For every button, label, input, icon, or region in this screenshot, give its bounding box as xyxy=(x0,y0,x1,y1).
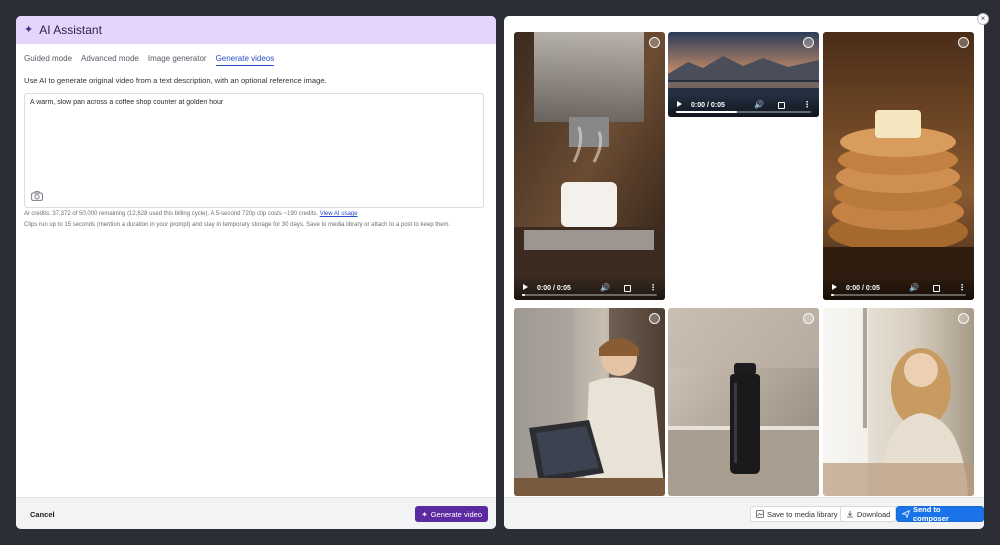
save-label: Save to media library xyxy=(767,509,838,519)
video-progress-fill xyxy=(522,294,525,296)
left-footer: Cancel ✦ Generate video xyxy=(16,497,496,529)
ai-assistant-panel: ✦ AI Assistant Guided mode Advanced mode… xyxy=(16,16,496,529)
save-to-media-library-button[interactable]: Save to media library xyxy=(750,506,844,522)
download-label: Download xyxy=(857,509,891,519)
panel-header: ✦ AI Assistant xyxy=(16,16,496,44)
clips-note: Clips run up to 15 seconds (mention a du… xyxy=(24,222,451,228)
video-progress-track[interactable] xyxy=(676,111,811,113)
credits-info: AI credits: 37,372 of 50,000 remaining (… xyxy=(24,211,358,217)
mode-tabs: Guided mode Advanced mode Image generato… xyxy=(24,54,275,66)
video-controls: 0:00 / 0:05 🔊 ⋮ xyxy=(514,276,665,300)
video-controls: 0:00 / 0:05 🔊 ⋮ xyxy=(668,93,819,117)
panel-title: AI Assistant xyxy=(39,23,102,37)
camera-icon[interactable] xyxy=(31,191,43,201)
video-tile-espresso[interactable]: 0:00 / 0:05 🔊 ⋮ xyxy=(514,32,665,300)
play-icon[interactable] xyxy=(523,284,528,290)
volume-icon[interactable]: 🔊 xyxy=(909,284,919,292)
tab-image-generator[interactable]: Image generator xyxy=(148,54,207,66)
media-library-icon xyxy=(756,510,764,518)
send-to-composer-button[interactable]: Send to composer xyxy=(896,505,984,523)
video-progress-fill xyxy=(831,294,834,296)
video-progress-fill xyxy=(676,111,737,113)
fullscreen-icon[interactable] xyxy=(933,285,940,292)
select-checkbox[interactable] xyxy=(803,37,814,48)
volume-icon[interactable]: 🔊 xyxy=(754,101,764,109)
select-checkbox[interactable] xyxy=(958,313,969,324)
view-ai-usage-link[interactable]: View AI usage xyxy=(320,211,358,217)
espresso-machine-thumbnail xyxy=(514,32,665,300)
generate-video-button[interactable]: ✦ Generate video xyxy=(415,506,488,522)
prompt-box[interactable] xyxy=(24,93,484,208)
video-tile-mountain-lake[interactable]: 0:00 / 0:05 🔊 ⋮ xyxy=(668,32,819,117)
video-tile-man-laptop[interactable] xyxy=(514,308,665,496)
more-icon[interactable]: ⋮ xyxy=(649,284,657,292)
select-checkbox[interactable] xyxy=(649,313,660,324)
cancel-button[interactable]: Cancel xyxy=(24,507,61,522)
select-checkbox[interactable] xyxy=(649,37,660,48)
sparkle-icon: ✦ xyxy=(24,23,34,36)
tab-generate-videos[interactable]: Generate videos xyxy=(215,54,275,66)
generate-video-label: Generate video xyxy=(430,509,482,519)
video-results-panel: 0:00 / 0:05 🔊 ⋮ 0:00 / 0:05 🔊 ⋮ 0:00 / 0… xyxy=(504,16,984,529)
video-time: 0:00 / 0:05 xyxy=(846,285,880,292)
tab-guided-mode[interactable]: Guided mode xyxy=(24,54,72,66)
download-icon xyxy=(847,510,853,518)
play-icon[interactable] xyxy=(832,284,837,290)
woman-window-thumbnail xyxy=(823,308,974,496)
intro-text: Use AI to generate original video from a… xyxy=(24,76,327,85)
video-progress-track[interactable] xyxy=(522,294,657,296)
man-laptop-thumbnail xyxy=(514,308,665,496)
right-footer: Save to media library Download Send to c… xyxy=(504,497,984,529)
video-time: 0:00 / 0:05 xyxy=(691,102,725,109)
more-icon[interactable]: ⋮ xyxy=(958,284,966,292)
close-icon[interactable]: × xyxy=(977,13,989,25)
download-button[interactable]: Download xyxy=(840,506,897,522)
video-tile-woman-window[interactable] xyxy=(823,308,974,496)
send-label: Send to composer xyxy=(912,505,949,523)
fullscreen-icon[interactable] xyxy=(778,102,785,109)
play-icon[interactable] xyxy=(677,101,682,107)
select-checkbox[interactable] xyxy=(803,313,814,324)
more-icon[interactable]: ⋮ xyxy=(803,101,811,109)
volume-icon[interactable]: 🔊 xyxy=(600,284,610,292)
sparkle-icon: ✦ xyxy=(421,509,428,519)
video-controls: 0:00 / 0:05 🔊 ⋮ xyxy=(823,276,974,300)
video-time: 0:00 / 0:05 xyxy=(537,285,571,292)
tab-advanced-mode[interactable]: Advanced mode xyxy=(81,54,139,66)
send-icon xyxy=(902,510,910,518)
black-bottle-thumbnail xyxy=(668,308,819,496)
select-checkbox[interactable] xyxy=(958,37,969,48)
pancakes-thumbnail xyxy=(823,32,974,300)
prompt-input[interactable] xyxy=(30,99,470,106)
video-progress-track[interactable] xyxy=(831,294,966,296)
fullscreen-icon[interactable] xyxy=(624,285,631,292)
video-tile-black-bottle[interactable] xyxy=(668,308,819,496)
credits-text: AI credits: 37,372 of 50,000 remaining (… xyxy=(24,211,319,217)
video-tile-pancakes[interactable]: 0:00 / 0:05 🔊 ⋮ xyxy=(823,32,974,300)
